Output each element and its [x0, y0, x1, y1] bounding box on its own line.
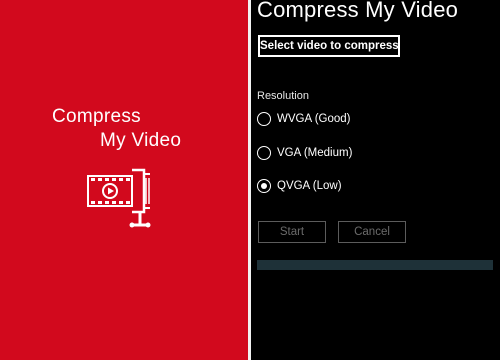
main-panel: Compress My Video Select video to compre… — [251, 0, 500, 360]
radio-vga[interactable]: VGA (Medium) — [257, 144, 352, 162]
select-video-button[interactable]: Select video to compress — [258, 35, 400, 57]
splash-title-line1: Compress — [52, 106, 141, 127]
cancel-button[interactable]: Cancel — [338, 221, 406, 243]
start-button[interactable]: Start — [258, 221, 326, 243]
radio-label-qvga: QVGA (Low) — [277, 180, 342, 192]
progress-bar — [257, 260, 493, 270]
radio-label-vga: VGA (Medium) — [277, 147, 353, 159]
radio-wvga[interactable]: WVGA (Good) — [257, 110, 351, 128]
radio-button-selected[interactable] — [257, 179, 271, 193]
radio-button[interactable] — [257, 112, 271, 126]
page-title: Compress My Video — [257, 0, 459, 22]
radio-qvga[interactable]: QVGA (Low) — [257, 177, 342, 195]
splash-panel: Compress My Video — [0, 0, 248, 360]
radio-label-wvga: WVGA (Good) — [277, 113, 351, 125]
resolution-label: Resolution — [257, 90, 309, 102]
film-clamp-icon — [87, 168, 151, 228]
radio-button[interactable] — [257, 146, 271, 160]
app-screen: Compress My Video Compress My Video Sele… — [0, 0, 500, 360]
splash-title-line2: My Video — [100, 130, 182, 151]
